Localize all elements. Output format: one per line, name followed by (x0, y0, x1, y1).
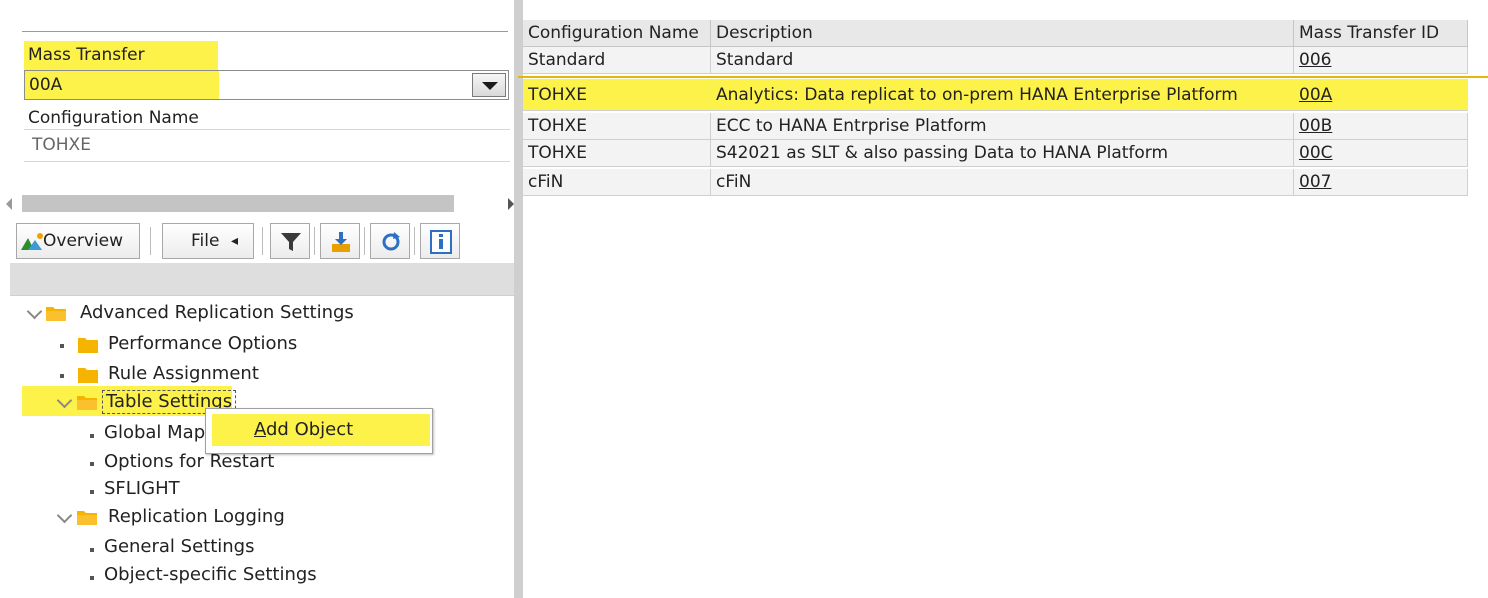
cell-mass-transfer-id-link[interactable]: 00A (1294, 79, 1468, 111)
tree-item-global-mapping[interactable]: Global Mapp (104, 421, 217, 445)
tree-header-bar (10, 263, 514, 296)
column-header-description[interactable]: Description (711, 20, 1294, 47)
scrollbar-thumb[interactable] (22, 195, 454, 212)
table-row[interactable]: TOHXE S42021 as SLT & also passing Data … (523, 140, 1468, 167)
folder-icon (78, 368, 98, 383)
cell-mass-transfer-id-link[interactable]: 007 (1294, 169, 1468, 195)
cell-configuration-name: Standard (523, 47, 711, 73)
column-header-configuration-name[interactable]: Configuration Name (523, 20, 711, 47)
tree-bullet (60, 344, 64, 348)
cell-mass-transfer-id-link[interactable]: 006 (1294, 47, 1468, 73)
file-arrow-icon: ◂ (231, 233, 239, 249)
toolbar-separator (262, 227, 266, 255)
table-row[interactable]: TOHXE ECC to HANA Entrprise Platform 00B (523, 113, 1468, 140)
tree-bullet (90, 490, 94, 494)
tree-bullet (90, 434, 94, 438)
scroll-left-arrow-icon[interactable] (6, 198, 12, 210)
top-divider (22, 31, 508, 32)
cell-description: Standard (711, 47, 1294, 73)
mass-transfer-label: Mass Transfer (24, 41, 218, 70)
tree-item-rule-assignment[interactable]: Rule Assignment (108, 362, 259, 386)
folder-open-icon (77, 511, 97, 525)
file-label: File (191, 231, 220, 251)
tree-bullet (90, 548, 94, 552)
overview-button[interactable]: Overview (16, 223, 140, 259)
toolbar-separator (414, 227, 418, 255)
tree-bullet (60, 374, 64, 378)
add-object-mnemonic: A (254, 419, 266, 440)
toolbar-separator (150, 227, 154, 255)
toolbar-separator (364, 227, 368, 255)
refresh-icon (382, 232, 400, 251)
tree-item-sflight[interactable]: SFLIGHT (104, 477, 180, 501)
filter-button[interactable] (270, 223, 310, 259)
pane-splitter[interactable] (514, 0, 523, 598)
mass-transfer-combobox[interactable]: 00A (24, 70, 509, 100)
mass-transfer-value[interactable]: 00A (25, 71, 219, 99)
table-row[interactable]: Standard Standard 006 (523, 47, 1468, 74)
cell-description: cFiN (711, 169, 1294, 195)
file-menu-button[interactable]: File ◂ (162, 223, 254, 259)
expand-chevron-icon[interactable] (56, 507, 73, 524)
configuration-name-label: Configuration Name (28, 108, 199, 128)
overview-icon (21, 233, 43, 250)
configuration-name-field: TOHXE (24, 129, 510, 162)
cell-mass-transfer-id-link[interactable]: 00B (1294, 113, 1468, 139)
tree-bullet (90, 462, 94, 466)
tree-item-general-settings[interactable]: General Settings (104, 535, 255, 559)
folder-open-icon (77, 396, 97, 410)
toolbar-separator (314, 227, 318, 255)
tree-item-object-specific-settings[interactable]: Object-specific Settings (104, 563, 317, 587)
cell-mass-transfer-id-link[interactable]: 00C (1294, 140, 1468, 166)
configuration-name-value: TOHXE (32, 135, 91, 155)
tree-item-performance-options[interactable]: Performance Options (108, 332, 297, 356)
cell-description: ECC to HANA Entrprise Platform (711, 113, 1294, 139)
export-button[interactable] (320, 223, 360, 259)
tree-item-advanced-replication-settings[interactable]: Advanced Replication Settings (80, 301, 354, 325)
context-menu-add-object[interactable]: Add Object (212, 414, 430, 446)
dropdown-arrow-icon[interactable] (472, 73, 506, 97)
cell-configuration-name: TOHXE (523, 140, 711, 166)
column-header-mass-transfer-id[interactable]: Mass Transfer ID (1294, 20, 1468, 47)
download-icon (332, 232, 350, 252)
cell-configuration-name: cFiN (523, 169, 711, 195)
cell-configuration-name: TOHXE (523, 113, 711, 139)
expand-chevron-icon[interactable] (26, 303, 43, 320)
folder-icon (78, 338, 98, 353)
tree-toolbar: Overview File ◂ (14, 221, 514, 261)
table-row[interactable]: cFiN cFiN 007 (523, 169, 1468, 196)
refresh-button[interactable] (370, 223, 410, 259)
cell-description: S42021 as SLT & also passing Data to HAN… (711, 140, 1294, 166)
info-button[interactable] (420, 223, 460, 259)
left-pane: Mass Transfer 00A Configuration Name TOH… (0, 0, 514, 598)
overview-label: Overview (43, 231, 124, 251)
tree-bullet (90, 576, 94, 580)
configuration-grid: Configuration Name Description Mass Tran… (518, 20, 1488, 208)
filter-icon (281, 233, 301, 251)
cell-description: Analytics: Data replicat to on-prem HANA… (716, 85, 1238, 105)
add-object-label: dd Object (266, 419, 354, 440)
cell-configuration-name: TOHXE (528, 85, 587, 105)
right-pane: Configuration Name Description Mass Tran… (518, 0, 1488, 598)
info-icon (430, 230, 452, 254)
table-row-selected[interactable]: TOHXE Analytics: Data replicat to on-pre… (518, 76, 1488, 111)
context-menu: Add Object (205, 408, 433, 454)
horizontal-scrollbar[interactable] (0, 193, 514, 215)
folder-open-icon (46, 307, 66, 321)
tree-item-replication-logging[interactable]: Replication Logging (108, 505, 285, 529)
